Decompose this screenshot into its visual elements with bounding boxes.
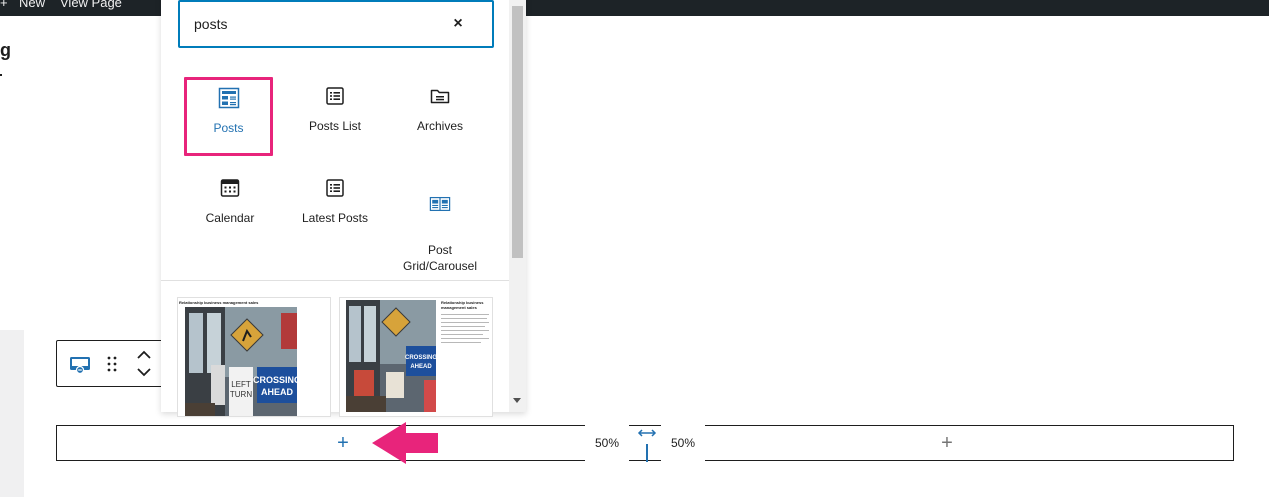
block-item-archives[interactable]: Archives — [395, 84, 485, 134]
preview-text-line — [441, 342, 481, 343]
editor-gutter — [0, 330, 24, 497]
drag-handle-icon[interactable] — [105, 353, 119, 375]
chevron-up-icon[interactable] — [137, 350, 151, 359]
preview-text-line — [441, 318, 487, 319]
block-item-label: Posts List — [308, 119, 362, 133]
calendar-icon — [220, 179, 240, 197]
block-item-label: Archives — [416, 119, 463, 133]
preview-text-line — [441, 326, 485, 327]
right-column-width: 50% — [661, 425, 705, 461]
columns-block-icon[interactable] — [69, 353, 91, 375]
preview-title: Relationship business management sales — [441, 300, 484, 310]
svg-text:CROSSING: CROSSING — [405, 355, 436, 361]
preview-text-line — [441, 330, 489, 331]
block-item-label: Post Grid/Carousel — [402, 243, 478, 273]
block-item-calendar[interactable]: Calendar — [185, 176, 275, 226]
block-item-label: Latest Posts — [301, 211, 369, 225]
divider — [161, 280, 509, 281]
close-icon[interactable]: × — [448, 14, 468, 34]
block-preview-card[interactable]: CROSSING AHEAD Relationship business man… — [339, 297, 493, 417]
block-search: × — [178, 0, 494, 48]
block-item-posts[interactable]: Posts — [184, 77, 273, 156]
posts-block-icon — [218, 87, 239, 109]
new-link[interactable]: New — [19, 0, 45, 11]
add-block-button-right-column[interactable]: + — [937, 433, 957, 454]
grid-carousel-icon — [429, 196, 451, 212]
add-block-button-left-column[interactable]: + — [333, 433, 353, 454]
svg-text:TURN: TURN — [230, 390, 252, 399]
svg-text:AHEAD: AHEAD — [261, 387, 294, 397]
chevron-down-icon[interactable] — [137, 368, 151, 377]
block-movers — [137, 350, 151, 377]
preview-text-line — [441, 338, 489, 339]
column-resize-handle[interactable] — [635, 428, 659, 462]
list-icon — [326, 179, 344, 197]
plus-icon[interactable]: + — [0, 0, 8, 11]
svg-text:AHEAD: AHEAD — [410, 364, 432, 370]
list-icon — [326, 87, 344, 105]
svg-text:LEFT: LEFT — [231, 380, 251, 389]
block-inserter: × Posts Posts List Archives — [161, 0, 526, 417]
page-title-fragment: g — [0, 40, 11, 60]
left-column-width: 50% — [585, 425, 629, 461]
scrollbar-thumb[interactable] — [512, 6, 523, 258]
annotation-arrow-icon — [372, 422, 438, 464]
block-preview-card[interactable]: Relationship business management sales C… — [177, 297, 331, 417]
preview-image: CROSSING AHEAD — [346, 300, 436, 412]
preview-title: Relationship business management sales — [179, 300, 259, 305]
svg-text:CROSSING: CROSSING — [253, 375, 297, 385]
preview-text-line — [441, 322, 489, 323]
columns-block[interactable]: + 50% 50% + — [56, 425, 1234, 462]
block-item-latest-posts[interactable]: Latest Posts — [290, 176, 380, 226]
block-item-label: Posts — [213, 121, 244, 135]
block-item-post-grid-carousel[interactable]: Post Grid/Carousel — [395, 176, 485, 274]
block-item-posts-list[interactable]: Posts List — [290, 84, 380, 134]
block-item-label: Calendar — [205, 211, 255, 225]
preview-text-line — [441, 334, 483, 335]
preview-image: CROSSING AHEAD LEFT TURN — [185, 307, 297, 416]
block-toolbar — [56, 340, 164, 387]
preview-text-line — [441, 314, 489, 315]
text-fragment — [0, 74, 2, 76]
folder-icon — [430, 89, 450, 104]
scroll-down-icon[interactable] — [513, 398, 521, 403]
view-page-link[interactable]: View Page — [60, 0, 122, 11]
search-input[interactable] — [194, 12, 434, 36]
